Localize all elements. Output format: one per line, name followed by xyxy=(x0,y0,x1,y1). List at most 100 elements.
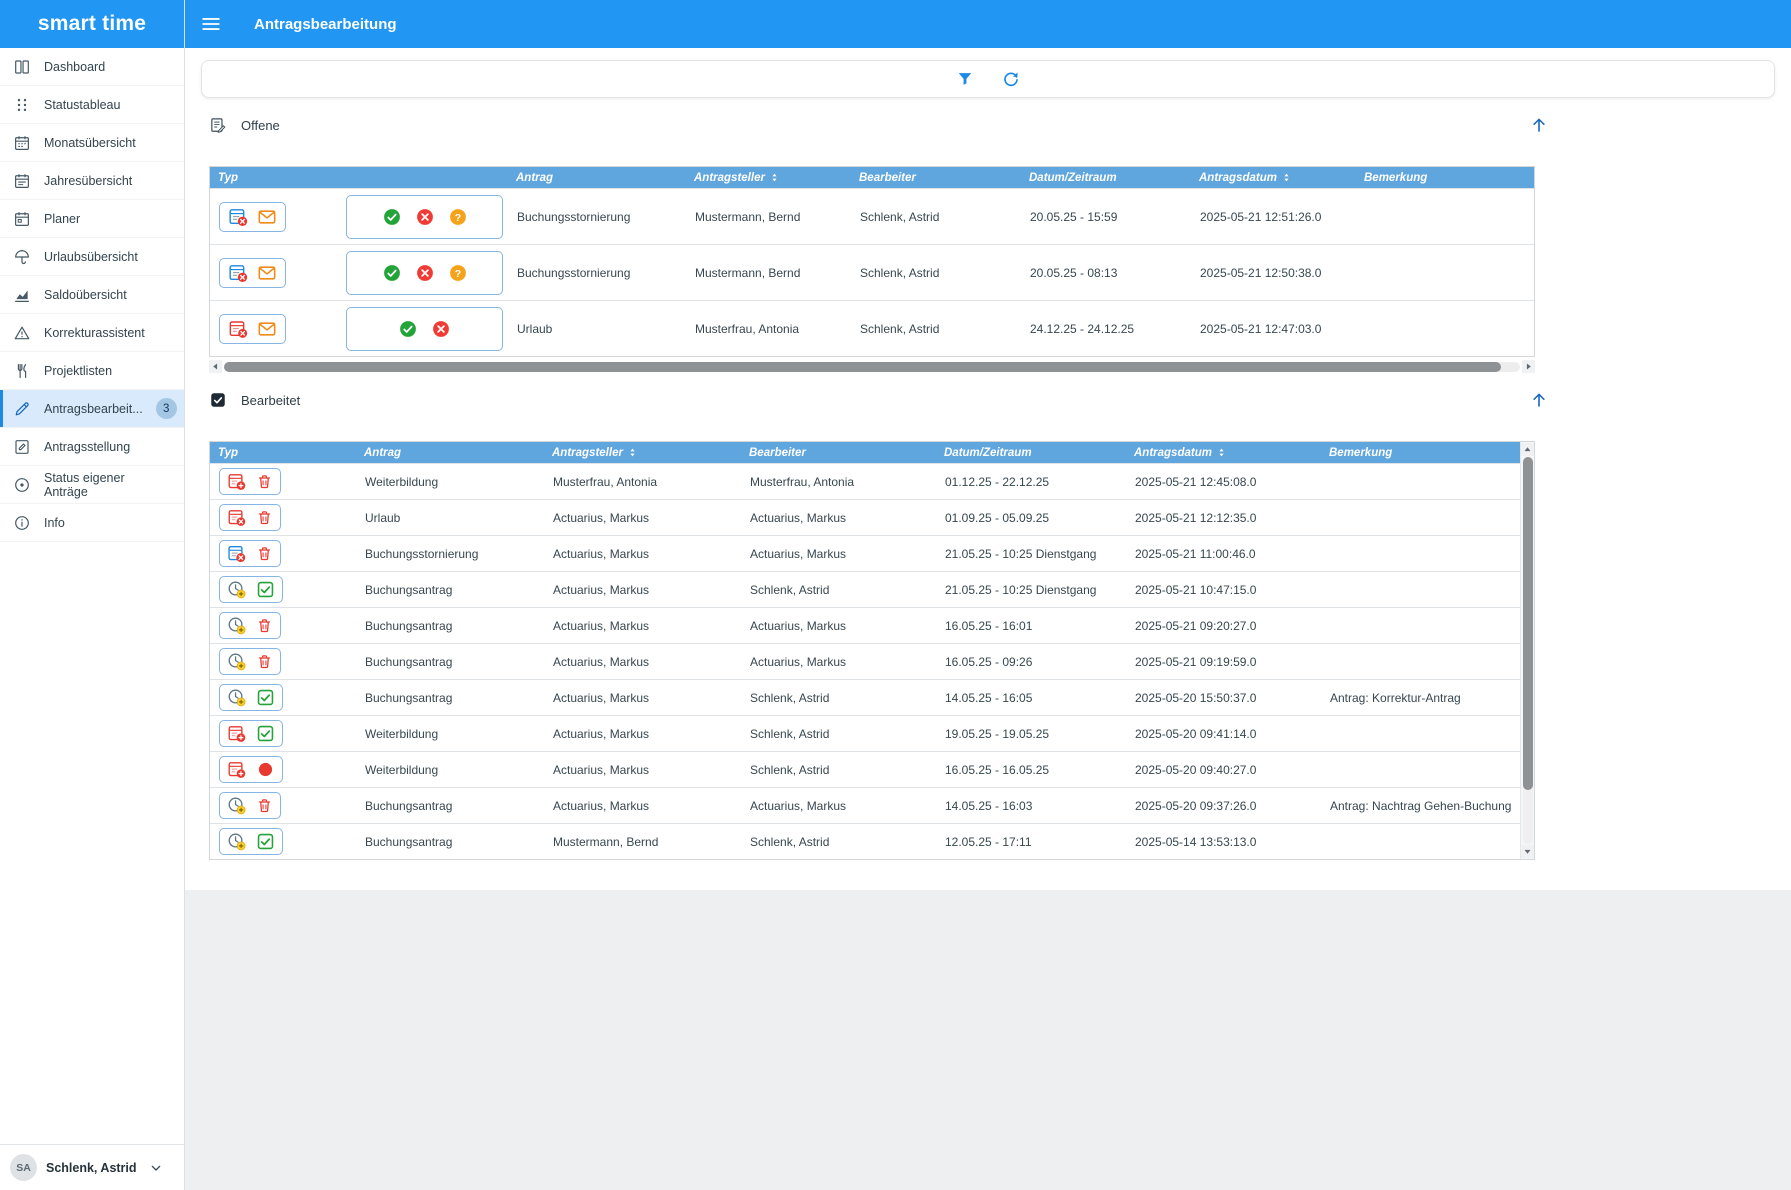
column-header-antragsdatum[interactable]: Antragsdatum xyxy=(1191,172,1356,184)
triangle-right-icon xyxy=(1523,361,1534,372)
info-icon xyxy=(13,514,31,532)
reject-button[interactable] xyxy=(416,264,434,282)
cell-antrag: Buchungsantrag xyxy=(356,799,544,813)
sidebar-item-antragsbearbeit[interactable]: Antragsbearbeit...3 xyxy=(0,390,184,428)
trash-icon xyxy=(256,508,273,527)
sidebar-item-label: Jahresübersicht xyxy=(44,174,132,188)
cell-antragsdatum: 2025-05-21 10:47:15.0 xyxy=(1126,583,1321,597)
reject-button[interactable] xyxy=(432,320,450,338)
sort-icon xyxy=(627,447,638,458)
app-root: smart time DashboardStatustableauMonatsü… xyxy=(0,0,1791,1190)
column-header-antragsteller[interactable]: Antragsteller xyxy=(544,447,741,459)
cell-bemerkung: Antrag: Korrektur-Antrag xyxy=(1321,691,1520,705)
cell-antragsteller: Actuarius, Markus xyxy=(544,691,741,705)
sidebar-item-dashboard[interactable]: Dashboard xyxy=(0,48,184,86)
reject-button[interactable] xyxy=(416,208,434,226)
cell-bearbeiter: Actuarius, Markus xyxy=(741,799,936,813)
triangle-down-icon xyxy=(1522,846,1533,857)
cell-antragsteller: Mustermann, Bernd xyxy=(686,210,851,224)
form-icon xyxy=(13,438,31,456)
sidebar-item-jahresübersicht[interactable]: Jahresübersicht xyxy=(0,162,184,200)
filter-icon xyxy=(955,69,975,89)
sidebar-item-projektlisten[interactable]: Projektlisten xyxy=(0,352,184,390)
typ-icons-box xyxy=(219,612,281,639)
delete-button[interactable] xyxy=(256,473,273,490)
scroll-up-button[interactable] xyxy=(1521,443,1534,456)
typ-icons-box xyxy=(219,576,283,603)
scroll-down-button[interactable] xyxy=(1521,845,1534,858)
avatar: SA xyxy=(10,1154,37,1181)
approve-button[interactable] xyxy=(383,208,401,226)
query-icon: ? xyxy=(449,264,467,282)
bearbeitet-table-row: WeiterbildungActuarius, MarkusSchlenk, A… xyxy=(210,715,1520,751)
delete-button[interactable] xyxy=(256,653,273,670)
scroll-left-button[interactable] xyxy=(209,360,222,373)
sidebar-item-urlaubsübersicht[interactable]: Urlaubsübersicht xyxy=(0,238,184,276)
sidebar-item-status-eigener-anträge[interactable]: Status eigener Anträge xyxy=(0,466,184,504)
sidebar: smart time DashboardStatustableauMonatsü… xyxy=(0,0,185,1190)
vertical-scrollbar[interactable] xyxy=(1520,442,1534,859)
sidebar-item-antragsstellung[interactable]: Antragsstellung xyxy=(0,428,184,466)
sidebar-item-info[interactable]: Info xyxy=(0,504,184,542)
sort-icon xyxy=(1216,447,1227,458)
cell-bearbeiter: Musterfrau, Antonia xyxy=(741,475,936,489)
column-header-antragsdatum[interactable]: Antragsdatum xyxy=(1126,447,1321,459)
cell-antrag: Buchungsstornierung xyxy=(356,547,544,561)
menu-toggle-button[interactable] xyxy=(200,13,222,35)
refresh-button[interactable] xyxy=(1001,69,1021,89)
cell-antragsdatum: 2025-05-20 09:41:14.0 xyxy=(1126,727,1321,741)
planner-icon xyxy=(13,210,31,228)
cell-bearbeiter: Schlenk, Astrid xyxy=(741,583,936,597)
collapse-bearbeitet-button[interactable] xyxy=(1530,391,1548,409)
query-button[interactable]: ? xyxy=(449,264,467,282)
trash-icon xyxy=(256,472,273,491)
scroll-right-button[interactable] xyxy=(1522,360,1535,373)
delete-button[interactable] xyxy=(256,545,273,562)
clock-icon xyxy=(227,832,246,851)
sidebar-item-saldoübersicht[interactable]: Saldoübersicht xyxy=(0,276,184,314)
query-button[interactable]: ? xyxy=(449,208,467,226)
vscroll-thumb[interactable] xyxy=(1523,457,1533,790)
bearbeitet-table-header: TypAntragAntragstellerBearbeiterDatum/Ze… xyxy=(210,442,1520,463)
cell-zeitraum: 21.05.25 - 10:25 Dienstgang xyxy=(936,547,1126,561)
delete-button[interactable] xyxy=(256,797,273,814)
cell-antragsteller: Musterfrau, Antonia xyxy=(686,322,851,336)
hscroll-thumb[interactable] xyxy=(224,362,1501,372)
vscroll-track[interactable] xyxy=(1523,457,1533,844)
bearbeitet-checkbox[interactable] xyxy=(209,391,227,409)
column-header-antrag: Antrag xyxy=(508,172,686,184)
filter-button[interactable] xyxy=(955,69,975,89)
cell-antragsdatum: 2025-05-20 09:37:26.0 xyxy=(1126,799,1321,813)
collapse-offene-button[interactable] xyxy=(1530,116,1548,134)
cell-antrag: Weiterbildung xyxy=(356,727,544,741)
sidebar-item-monatsübersicht[interactable]: Monatsübersicht xyxy=(0,124,184,162)
bearbeitet-table-row: BuchungsantragActuarius, MarkusActuarius… xyxy=(210,787,1520,823)
typ-icons-box xyxy=(219,684,283,711)
cell-bearbeiter: Schlenk, Astrid xyxy=(851,322,1021,336)
cell-antragsdatum: 2025-05-21 09:19:59.0 xyxy=(1126,655,1321,669)
page-title: Antragsbearbeitung xyxy=(254,16,397,33)
reject-icon xyxy=(416,208,434,226)
cell-bemerkung: Antrag: Nachtrag Gehen-Buchung xyxy=(1321,799,1520,813)
cell-antragsteller: Actuarius, Markus xyxy=(544,583,741,597)
clock-icon xyxy=(227,652,246,671)
user-menu[interactable]: SA Schlenk, Astrid xyxy=(0,1144,184,1190)
sidebar-item-korrekturassistent[interactable]: Korrekturassistent xyxy=(0,314,184,352)
envelope-icon xyxy=(257,207,277,227)
hamburger-icon xyxy=(200,13,222,35)
approve-button[interactable] xyxy=(399,320,417,338)
typ-icons-box xyxy=(219,468,281,495)
delete-button[interactable] xyxy=(256,509,273,526)
clock-icon xyxy=(227,688,246,707)
vacation-overview-icon xyxy=(13,248,31,266)
hscroll-track[interactable] xyxy=(224,362,1520,372)
sidebar-item-statustableau[interactable]: Statustableau xyxy=(0,86,184,124)
sidebar-item-label: Korrekturassistent xyxy=(44,326,145,340)
delete-button[interactable] xyxy=(256,617,273,634)
horizontal-scrollbar[interactable] xyxy=(209,360,1535,373)
pencil-icon xyxy=(13,400,31,418)
sidebar-item-planer[interactable]: Planer xyxy=(0,200,184,238)
approve-button[interactable] xyxy=(383,264,401,282)
column-header-antragsteller[interactable]: Antragsteller xyxy=(686,172,851,184)
cell-zeitraum: 20.05.25 - 15:59 xyxy=(1021,210,1191,224)
